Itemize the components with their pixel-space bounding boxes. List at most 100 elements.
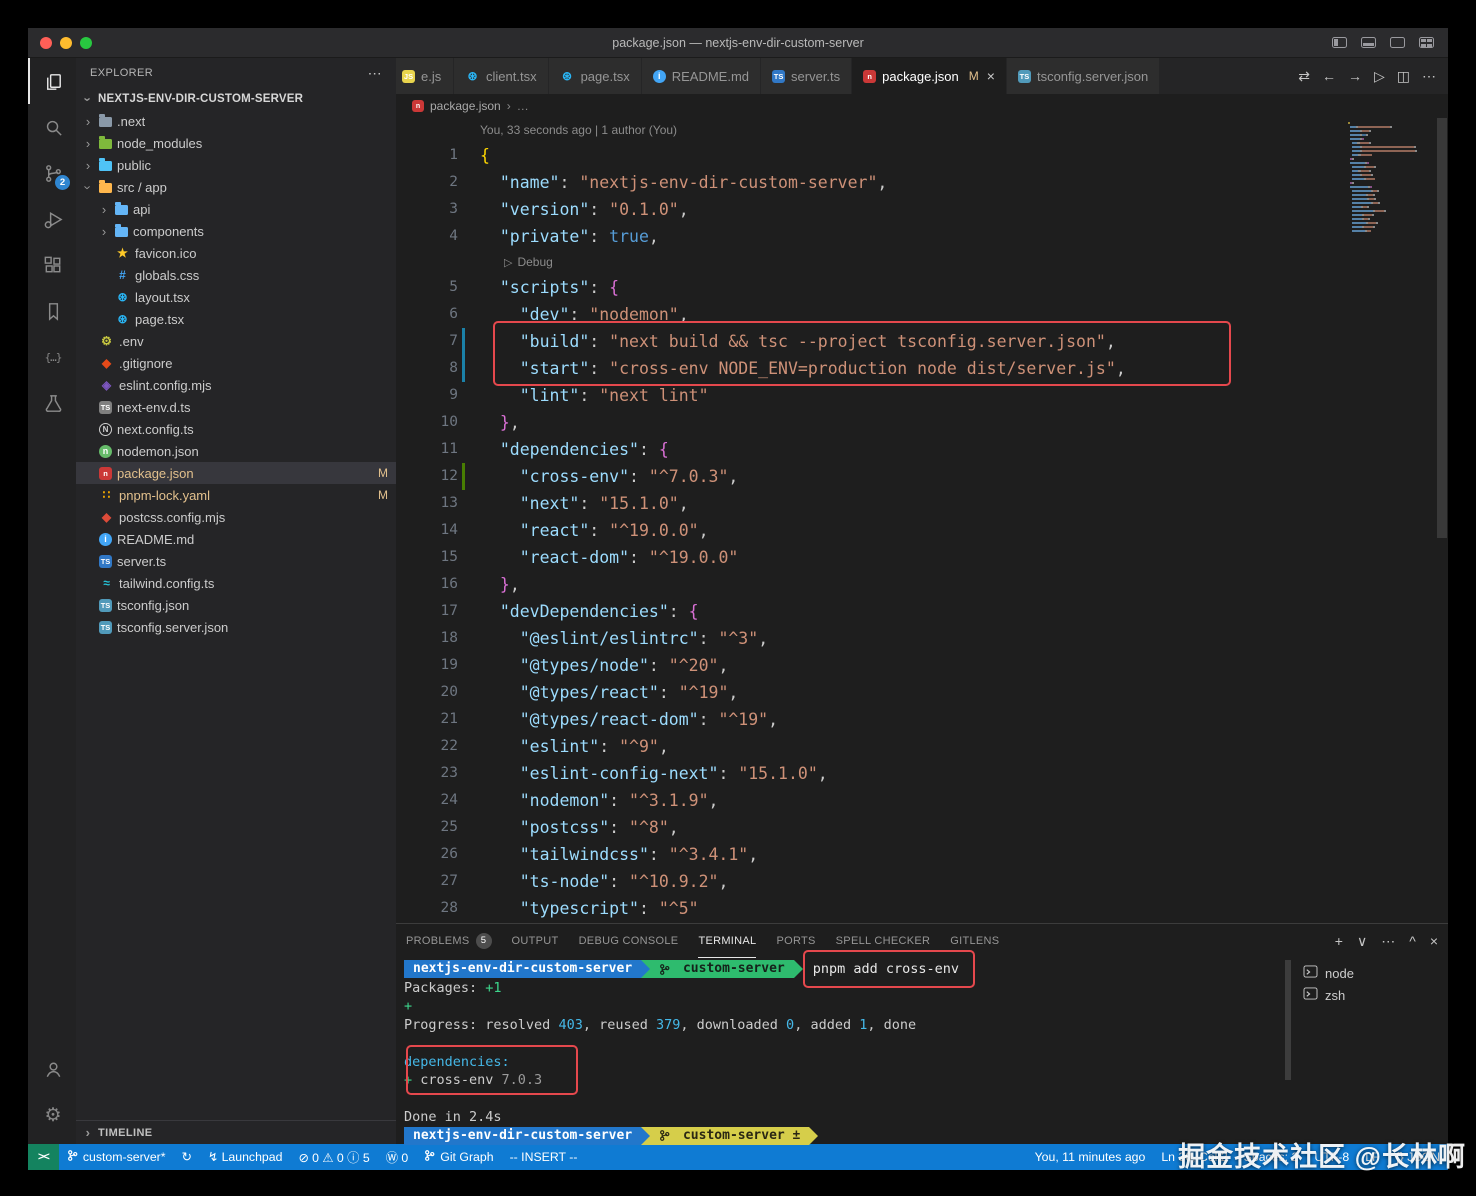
tree-file-globals.css[interactable]: # globals.css: [76, 264, 396, 286]
terminal-dropdown-icon[interactable]: ∨: [1357, 933, 1367, 950]
go-back-icon[interactable]: ←: [1322, 68, 1336, 84]
tree-file-postcss.config.mjs[interactable]: ◆ postcss.config.mjs: [76, 506, 396, 528]
tree-file-eslint.config.mjs[interactable]: ◈ eslint.config.mjs: [76, 374, 396, 396]
terminal-instance-node[interactable]: node: [1293, 962, 1448, 984]
debug-codelens[interactable]: ▷ Debug: [396, 250, 1348, 274]
tab-label: client.tsx: [486, 68, 537, 84]
activity-settings[interactable]: ⚙: [28, 1092, 76, 1138]
panel-tab-terminal[interactable]: TERMINAL: [698, 924, 757, 958]
gutter: [458, 382, 472, 409]
tree-folder-src-app[interactable]: › src / app: [76, 176, 396, 198]
tree-folder-.next[interactable]: › .next: [76, 110, 396, 132]
tab-server.ts[interactable]: TS server.ts: [761, 58, 853, 94]
tab-readme.md[interactable]: i README.md: [641, 58, 762, 94]
close-window-button[interactable]: [40, 36, 52, 49]
tree-file-page.tsx[interactable]: ⊛ page.tsx: [76, 308, 396, 330]
code-line-17: 17 "devDependencies": {: [396, 598, 1348, 625]
activity-run-debug[interactable]: [28, 196, 76, 242]
tab-tsconfig.server.json[interactable]: TS tsconfig.server.json: [1006, 58, 1161, 94]
blame-codelens[interactable]: You, 33 seconds ago | 1 author (You): [396, 118, 1348, 142]
tree-file-readme.md[interactable]: i README.md: [76, 528, 396, 550]
toggle-secondary-sidebar-icon[interactable]: [1390, 37, 1405, 48]
tree-file-favicon.ico[interactable]: ★ favicon.ico: [76, 242, 396, 264]
activity-bookmarks[interactable]: [28, 288, 76, 334]
go-forward-icon[interactable]: →: [1348, 68, 1362, 84]
tree-file-package.json[interactable]: n package.json M: [76, 462, 396, 484]
line-number: 28: [440, 900, 458, 916]
panel-tab-problems[interactable]: PROBLEMS 5: [406, 924, 492, 958]
panel-tab-debug-console[interactable]: DEBUG CONSOLE: [579, 924, 679, 958]
panel-tab-output[interactable]: OUTPUT: [512, 924, 559, 958]
activity-source-control[interactable]: 2: [28, 150, 76, 196]
run-icon[interactable]: ▷: [1374, 68, 1385, 85]
tab-page.tsx[interactable]: ⊛ page.tsx: [548, 58, 642, 94]
prompt-branch-segment: custom-server ±: [650, 1126, 810, 1145]
activity-explorer[interactable]: [28, 58, 76, 104]
status-sync[interactable]: ↻: [174, 1144, 200, 1170]
code-editor[interactable]: You, 33 seconds ago | 1 author (You) 1{2 …: [396, 118, 1448, 923]
tree-file-tsconfig.json[interactable]: TS tsconfig.json: [76, 594, 396, 616]
chevron-right-icon: ›: [85, 135, 91, 151]
toggle-sidebar-icon[interactable]: [1332, 37, 1347, 48]
screenshot-root: package.json — nextjs-env-dir-custom-ser…: [0, 0, 1476, 1196]
tree-file-.gitignore[interactable]: ◆ .gitignore: [76, 352, 396, 374]
tree-file-pnpm-lock.yaml[interactable]: ∷ pnpm-lock.yaml M: [76, 484, 396, 506]
open-changes-icon[interactable]: ⇄: [1298, 68, 1310, 85]
file-label: globals.css: [135, 267, 200, 283]
more-icon[interactable]: ⋯: [1381, 933, 1395, 950]
status-remote[interactable]: ><: [28, 1144, 59, 1170]
tree-root[interactable]: › NEXTJS-ENV-DIR-CUSTOM-SERVER: [76, 88, 396, 110]
close-panel-icon[interactable]: ×: [1430, 933, 1438, 950]
close-tab-icon[interactable]: ×: [987, 68, 995, 84]
tree-folder-node-modules[interactable]: › node_modules: [76, 132, 396, 154]
status-branch[interactable]: custom-server*: [59, 1144, 174, 1170]
sidebar-title: EXPLORER: [90, 67, 154, 79]
file-label: README.md: [117, 531, 195, 547]
split-editor-icon[interactable]: ◫: [1397, 68, 1410, 85]
gutter: [458, 571, 472, 598]
tree-file-next.config.ts[interactable]: Nnext.config.ts: [76, 418, 396, 440]
code-line-11: 11 "dependencies": {: [396, 436, 1348, 463]
status-counter-w[interactable]: Ⓦ 0: [378, 1144, 417, 1170]
minimap[interactable]: [1348, 122, 1434, 234]
activity-testing[interactable]: [28, 380, 76, 426]
sidebar-more-icon[interactable]: ⋯: [368, 65, 382, 82]
more-actions-icon[interactable]: ⋯: [1422, 68, 1436, 85]
status-problems[interactable]: ⊘ 0 ⚠ 0 ⓘ 5: [290, 1144, 377, 1170]
zoom-window-button[interactable]: [80, 36, 92, 49]
gutter: [458, 490, 472, 517]
timeline-section[interactable]: › TIMELINE: [76, 1120, 396, 1144]
activity-accounts[interactable]: [28, 1046, 76, 1092]
tree-file-server.ts[interactable]: TS server.ts: [76, 550, 396, 572]
tree-file-layout.tsx[interactable]: ⊛ layout.tsx: [76, 286, 396, 308]
customize-layout-icon[interactable]: [1419, 37, 1434, 48]
new-terminal-icon[interactable]: +: [1335, 933, 1343, 950]
activity-search[interactable]: [28, 104, 76, 150]
tab-client.tsx[interactable]: ⊛ client.tsx: [454, 58, 549, 94]
status-git-graph[interactable]: Git Graph: [416, 1144, 501, 1170]
terminal[interactable]: nextjs-env-dir-custom-server custom-serv…: [396, 950, 1283, 1145]
tree-file-.env[interactable]: ⚙ .env: [76, 330, 396, 352]
tree-file-tsconfig.server.json[interactable]: TS tsconfig.server.json: [76, 616, 396, 638]
minimize-window-button[interactable]: [60, 36, 72, 49]
tree-file-next-env.d.ts[interactable]: TS next-env.d.ts: [76, 396, 396, 418]
status-launchpad[interactable]: ↯ Launchpad: [200, 1144, 291, 1170]
tree-folder-public[interactable]: › public: [76, 154, 396, 176]
tree-file-nodemon.json[interactable]: n nodemon.json: [76, 440, 396, 462]
status-vim-mode[interactable]: -- INSERT --: [502, 1144, 586, 1170]
terminal-scrollbar[interactable]: [1283, 958, 1293, 1144]
breadcrumb[interactable]: n package.json › …: [396, 94, 1448, 118]
toggle-panel-icon[interactable]: [1361, 37, 1376, 48]
terminal-instance-zsh[interactable]: zsh: [1293, 984, 1448, 1006]
gutter: [458, 142, 472, 169]
activity-snippets[interactable]: {…}: [28, 334, 76, 380]
status-blame[interactable]: You, 11 minutes ago: [1027, 1144, 1154, 1170]
maximize-panel-icon[interactable]: ^: [1409, 933, 1416, 950]
tab-e.js[interactable]: JS e.js: [396, 58, 454, 94]
tree-folder-api[interactable]: › api: [76, 198, 396, 220]
activity-extensions[interactable]: [28, 242, 76, 288]
tree-file-tailwind.config.ts[interactable]: ≈ tailwind.config.ts: [76, 572, 396, 594]
editor-scrollbar[interactable]: [1435, 118, 1448, 923]
tab-package.json[interactable]: n package.json M ×: [852, 58, 1007, 94]
tree-folder-components[interactable]: › components: [76, 220, 396, 242]
